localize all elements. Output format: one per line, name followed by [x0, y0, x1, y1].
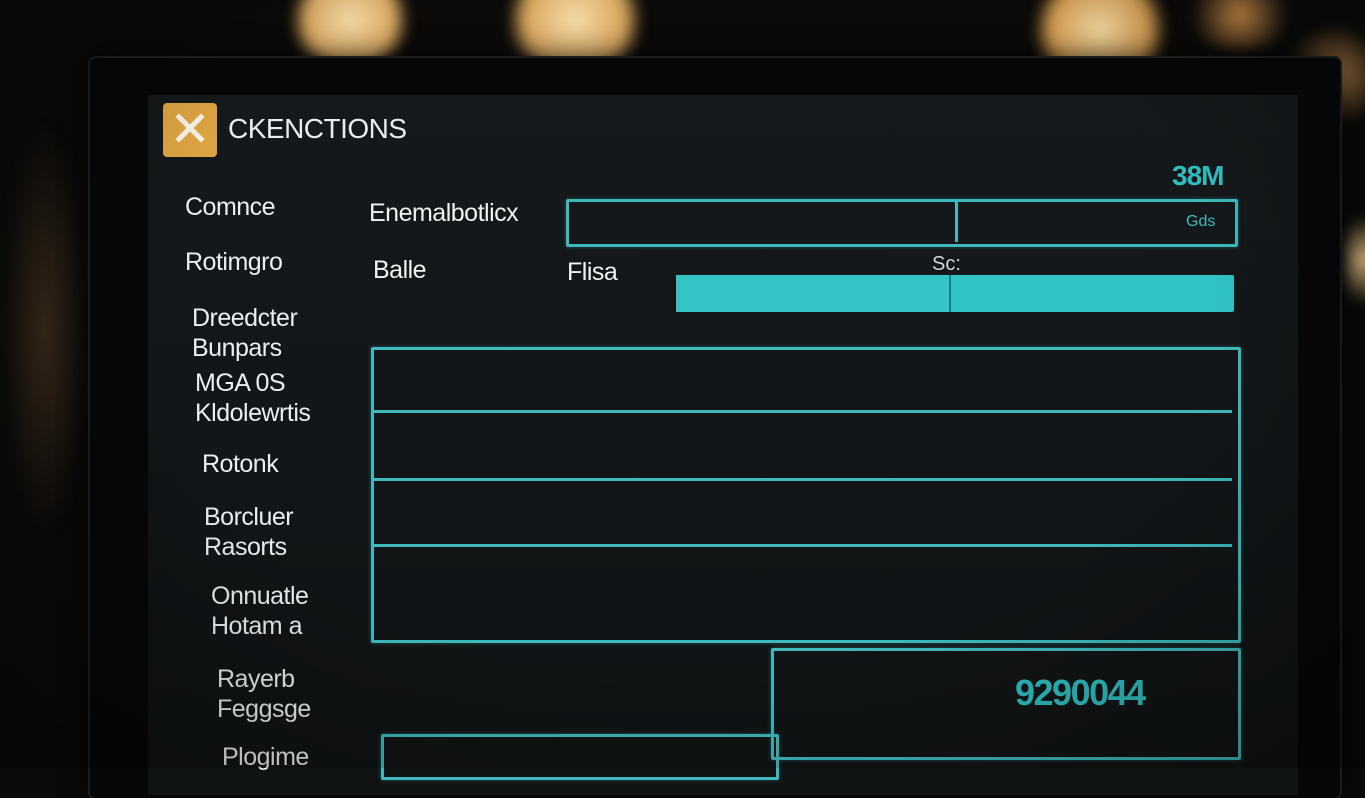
sidebar-item-label: MGA 0S	[195, 369, 286, 397]
bottom-field[interactable]	[381, 734, 779, 780]
footer-value: 9290044	[1015, 672, 1146, 713]
sidebar-item-label: Rasorts	[204, 533, 287, 561]
field-divider	[955, 202, 958, 242]
sidebar-item-dreedcter[interactable]: Dreedcter Bunpars	[192, 303, 298, 363]
sidebar-item-label: Borcluer	[204, 503, 294, 531]
sidebar-item-label: Kldolewrtis	[195, 399, 311, 427]
table-row[interactable]	[378, 549, 1228, 634]
bar-label: Flisa	[567, 258, 618, 286]
sidebar-item-rayerb[interactable]: Rayerb Feggsge	[217, 664, 311, 724]
sidebar-item-label: Dreedcter	[192, 304, 298, 332]
sidebar-item-label: Feggsge	[217, 695, 311, 723]
sidebar-item-label: Onnuatle	[211, 582, 309, 610]
sidebar-item-rotimgro[interactable]: Rotimgro	[185, 247, 283, 277]
background-light-4	[1180, 0, 1300, 50]
app-title: CKENCTIONS	[228, 113, 407, 144]
value-box[interactable]	[771, 648, 1241, 760]
header-value: 38M	[1172, 160, 1224, 191]
progress-fill	[676, 275, 952, 312]
table-row[interactable]	[378, 483, 1228, 542]
table-row-divider	[374, 478, 1232, 481]
field-suffix: Gds	[1186, 213, 1216, 230]
table-row-divider	[374, 410, 1232, 413]
row-label: Balle	[373, 256, 427, 284]
sidebar-item-mga[interactable]: MGA 0S Kldolewrtis	[195, 368, 311, 428]
field-label: Enemalbotlicx	[369, 199, 519, 227]
sidebar-item-label: Comnce	[185, 193, 276, 221]
app-logo[interactable]	[163, 103, 217, 157]
background-light-6	[1345, 200, 1365, 320]
sidebar-item-label: Rotimgro	[185, 248, 283, 276]
bar-caption: Sc:	[932, 253, 961, 275]
progress-bar[interactable]	[676, 275, 1234, 312]
background-light-1	[285, 0, 415, 65]
sidebar-item-comnce[interactable]: Comnce	[185, 192, 276, 222]
close-icon	[173, 111, 207, 150]
sidebar-item-rotonk[interactable]: Rotonk	[202, 449, 279, 479]
background-light-7	[0, 120, 90, 540]
sidebar-item-label: Rotonk	[202, 450, 279, 478]
table-row[interactable]	[378, 415, 1228, 476]
text-field[interactable]	[566, 199, 1238, 247]
sidebar-item-label: Bunpars	[192, 334, 282, 362]
sidebar-item-onnuatle[interactable]: Onnuatle Hotam a	[211, 581, 309, 641]
table-row[interactable]	[378, 350, 1228, 408]
sidebar-item-borcluer[interactable]: Borcluer Rasorts	[204, 502, 294, 562]
table-row-divider	[374, 544, 1232, 547]
sidebar-item-label: Rayerb	[217, 665, 295, 693]
sidebar-item-label: Hotam a	[211, 612, 302, 640]
